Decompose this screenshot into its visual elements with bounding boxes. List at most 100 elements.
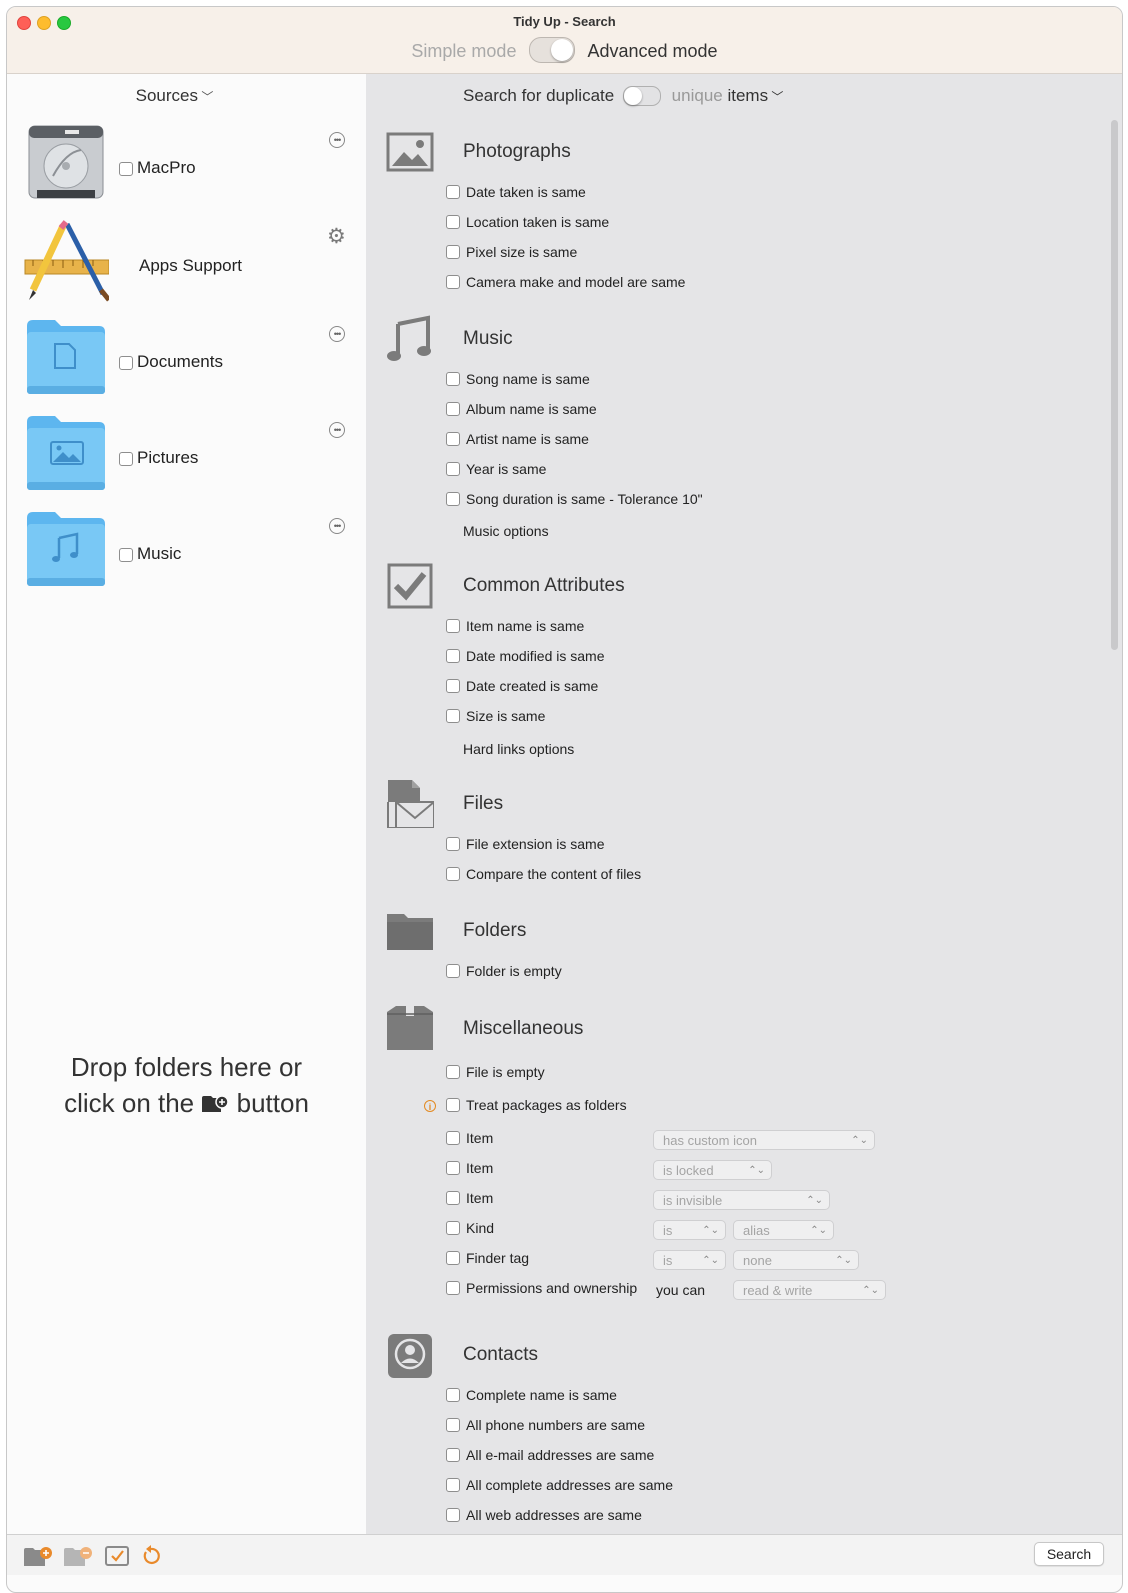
- music-checkbox[interactable]: [119, 548, 133, 562]
- option-file-extension[interactable]: File extension is same: [446, 836, 605, 856]
- criteria-row-finder-tag[interactable]: Finder tag: [446, 1250, 529, 1270]
- documents-checkbox[interactable]: [119, 356, 133, 370]
- checkbox[interactable]: [446, 402, 460, 417]
- duplicate-unique-toggle[interactable]: [622, 85, 661, 106]
- option-date-created[interactable]: Date created is same: [446, 678, 598, 698]
- scrollbar[interactable]: [1111, 120, 1118, 650]
- option-label: Compare the content of files: [466, 866, 642, 882]
- checkbox[interactable]: [446, 1161, 460, 1176]
- option-camera-make[interactable]: Camera make and model are same: [446, 274, 685, 294]
- source-item-apps-support[interactable]: Apps Support ⚙: [7, 220, 366, 312]
- option-location-taken[interactable]: Location taken is same: [446, 214, 609, 234]
- hard-links-options-link[interactable]: Hard links options: [463, 741, 574, 757]
- info-icon[interactable]: i: [424, 1100, 436, 1112]
- pictures-checkbox[interactable]: [119, 452, 133, 466]
- remove-folder-icon[interactable]: [63, 1545, 93, 1567]
- checkbox[interactable]: [446, 185, 460, 200]
- locked-select[interactable]: is locked ⌃⌄: [653, 1160, 772, 1180]
- option-pixel-size[interactable]: Pixel size is same: [446, 244, 577, 264]
- option-item-name[interactable]: Item name is same: [446, 618, 584, 638]
- option-date-modified[interactable]: Date modified is same: [446, 648, 605, 668]
- criteria-row-kind[interactable]: Kind: [446, 1220, 494, 1240]
- unique-label[interactable]: unique: [672, 86, 723, 105]
- option-treat-packages[interactable]: Treat packages as folders: [446, 1097, 627, 1117]
- kind-operator-select[interactable]: is ⌃⌄: [653, 1220, 726, 1240]
- checkbox[interactable]: [446, 245, 460, 260]
- more-options-icon[interactable]: •••: [329, 518, 345, 534]
- option-label: Treat packages as folders: [466, 1097, 627, 1113]
- checkbox[interactable]: [446, 709, 460, 724]
- mode-toggle[interactable]: [529, 37, 576, 63]
- criteria-row-item-icon[interactable]: Item: [446, 1130, 493, 1150]
- checkbox[interactable]: [446, 867, 460, 882]
- group-title-common-attributes: Common Attributes: [463, 575, 625, 596]
- checkbox[interactable]: [446, 1065, 460, 1080]
- checkbox[interactable]: [446, 837, 460, 852]
- criteria-row-item-locked[interactable]: Item: [446, 1160, 493, 1180]
- checkbox[interactable]: [446, 1221, 460, 1236]
- finder-tag-value-select[interactable]: none ⌃⌄: [733, 1250, 859, 1270]
- option-artist-name[interactable]: Artist name is same: [446, 431, 589, 451]
- checkbox[interactable]: [446, 492, 460, 507]
- source-item-music[interactable]: Music •••: [7, 508, 366, 600]
- checkbox[interactable]: [446, 1388, 460, 1403]
- checkbox[interactable]: [446, 964, 460, 979]
- finder-tag-operator-select[interactable]: is ⌃⌄: [653, 1250, 726, 1270]
- checkbox[interactable]: [446, 462, 460, 477]
- advanced-mode-label[interactable]: Advanced mode: [587, 41, 717, 61]
- option-song-name[interactable]: Song name is same: [446, 371, 590, 391]
- option-complete-addresses[interactable]: All complete addresses are same: [446, 1477, 673, 1497]
- checkbox[interactable]: [446, 215, 460, 230]
- more-options-icon[interactable]: •••: [329, 132, 345, 148]
- search-button[interactable]: Search: [1034, 1542, 1104, 1566]
- option-year[interactable]: Year is same: [446, 461, 546, 481]
- criteria-row-item-invisible[interactable]: Item: [446, 1190, 493, 1210]
- checkbox[interactable]: [446, 1448, 460, 1463]
- option-date-taken[interactable]: Date taken is same: [446, 184, 586, 204]
- source-item-macpro[interactable]: MacPro •••: [7, 122, 366, 214]
- checkbox[interactable]: [446, 432, 460, 447]
- checkbox[interactable]: [446, 1098, 460, 1113]
- checkbox[interactable]: [446, 619, 460, 634]
- option-song-duration[interactable]: Song duration is same - Tolerance 10": [446, 491, 703, 511]
- sources-menu[interactable]: Sources ﹀: [7, 86, 342, 106]
- simple-mode-label[interactable]: Simple mode: [411, 41, 516, 61]
- checkbox[interactable]: [446, 1281, 460, 1296]
- more-options-icon[interactable]: •••: [329, 326, 345, 342]
- option-compare-content[interactable]: Compare the content of files: [446, 866, 641, 886]
- permissions-select[interactable]: read & write ⌃⌄: [733, 1280, 886, 1300]
- criteria-row-permissions[interactable]: Permissions and ownership: [446, 1280, 637, 1300]
- checkbox[interactable]: [446, 1251, 460, 1266]
- items-menu[interactable]: items ﹀: [727, 86, 783, 105]
- source-item-pictures[interactable]: Pictures •••: [7, 412, 366, 504]
- add-folder-icon[interactable]: [23, 1545, 53, 1567]
- select-all-checkbox-icon[interactable]: [104, 1545, 130, 1567]
- invisible-select[interactable]: is invisible ⌃⌄: [653, 1190, 830, 1210]
- option-size[interactable]: Size is same: [446, 708, 545, 728]
- reset-icon[interactable]: [140, 1545, 162, 1567]
- option-folder-empty[interactable]: Folder is empty: [446, 963, 562, 983]
- option-file-empty[interactable]: File is empty: [446, 1064, 545, 1084]
- checkbox[interactable]: [446, 1418, 460, 1433]
- option-complete-name[interactable]: Complete name is same: [446, 1387, 617, 1407]
- checkbox[interactable]: [446, 1508, 460, 1523]
- option-phone-numbers[interactable]: All phone numbers are same: [446, 1417, 645, 1437]
- group-title-music: Music: [463, 328, 513, 349]
- option-album-name[interactable]: Album name is same: [446, 401, 597, 421]
- gear-icon[interactable]: ⚙: [327, 224, 346, 249]
- checkbox[interactable]: [446, 1478, 460, 1493]
- source-item-documents[interactable]: Documents •••: [7, 316, 366, 408]
- checkbox[interactable]: [446, 1191, 460, 1206]
- checkbox[interactable]: [446, 372, 460, 387]
- checkbox[interactable]: [446, 679, 460, 694]
- custom-icon-select[interactable]: has custom icon ⌃⌄: [653, 1130, 875, 1150]
- kind-value-select[interactable]: alias ⌃⌄: [733, 1220, 834, 1240]
- option-email-addresses[interactable]: All e-mail addresses are same: [446, 1447, 654, 1467]
- option-web-addresses[interactable]: All web addresses are same: [446, 1507, 642, 1527]
- checkbox[interactable]: [446, 649, 460, 664]
- more-options-icon[interactable]: •••: [329, 422, 345, 438]
- macpro-checkbox[interactable]: [119, 162, 133, 176]
- checkbox[interactable]: [446, 1131, 460, 1146]
- checkbox[interactable]: [446, 275, 460, 290]
- music-options-link[interactable]: Music options: [463, 523, 549, 539]
